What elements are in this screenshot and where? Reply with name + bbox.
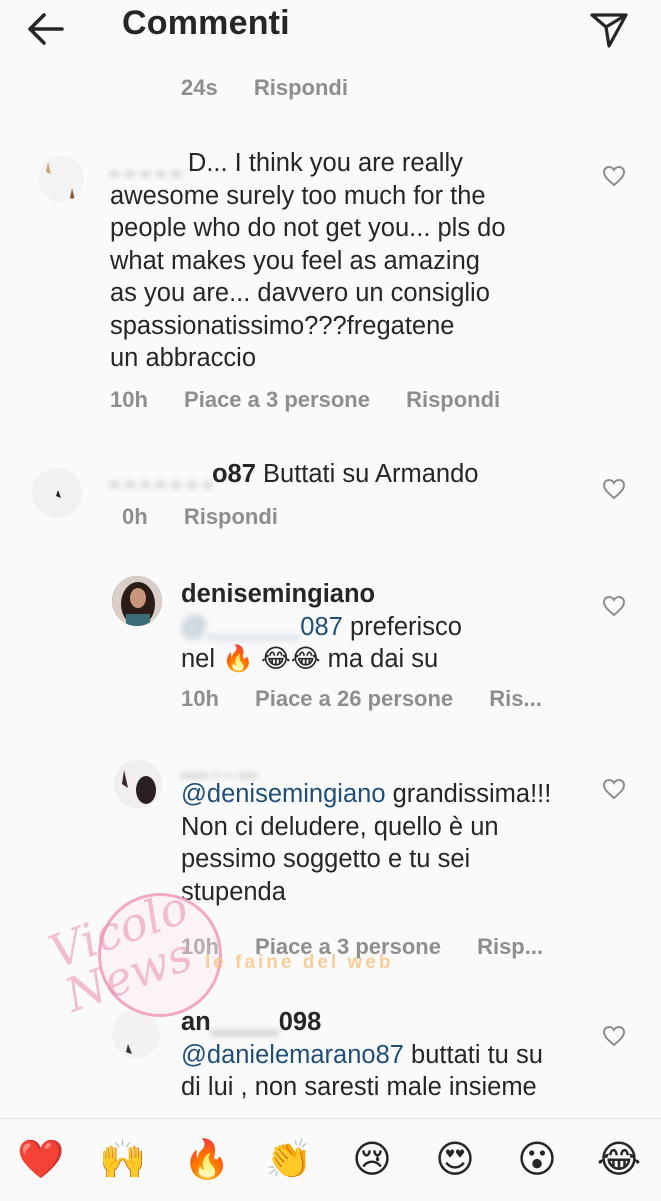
emoji-heart-button[interactable]: ❤️ [16,1135,66,1185]
comment-time: 24s [181,75,218,100]
reply-button[interactable]: Rispondi [406,387,500,412]
comment-text: ˍ ˍ ˍ ˍ ˍ D... I think you are really aw… [110,149,506,372]
emoji-heart-eyes-button[interactable]: 😍 [430,1135,480,1185]
reply-button[interactable]: Rispondi [184,504,278,529]
comment-time: 10h [110,387,148,412]
avatar[interactable] [38,156,84,202]
emoji-laughing-button[interactable]: 😂 [594,1135,644,1185]
share-send-icon[interactable] [586,8,632,50]
mention-link[interactable]: @danielemarano87 [181,1041,404,1069]
back-arrow-icon[interactable] [22,8,68,50]
mention-link[interactable]: @denisemingiano [181,780,386,808]
mention-blurred[interactable]: @ˍˍˍˍˍˍˍˍˍˍˍ [181,613,300,641]
like-heart-icon[interactable] [602,1025,626,1047]
fire-emoji: 🔥 [222,645,254,673]
reply-button[interactable]: Risp... [477,934,543,959]
username-blurred[interactable]: ˍˍˍˍˍˍˍˍ [211,1008,279,1036]
comment-meta: 0h Rispondi [122,504,308,530]
emoji-clapping-button[interactable]: 👏 [264,1135,314,1185]
comment-text: ˍ ˍ ˍ ˍ ˍ ˍ ˍo87 Buttati su Armando [110,460,479,488]
emoji-reaction-bar: ❤️ 🙌 🔥 👏 😢 😍 😮 😂 [0,1118,661,1201]
avatar[interactable] [114,760,162,808]
comment-time: 0h [122,504,148,529]
like-heart-icon[interactable] [602,778,626,800]
comment-meta: 24s Rispondi [181,75,378,101]
likes-count[interactable]: Piace a 26 persone [255,686,453,711]
emoji-crying-button[interactable]: 😢 [347,1135,397,1185]
emoji-fire-button[interactable]: 🔥 [182,1135,232,1185]
like-heart-icon[interactable] [602,595,626,617]
page-title: Commenti [122,4,290,42]
like-heart-icon[interactable] [602,165,626,187]
avatar[interactable] [112,576,162,626]
emoji-raised-hands-button[interactable]: 🙌 [98,1135,148,1185]
laugh-emoji: 😂😂 [260,645,321,673]
comment-text: ˍˍˍˍ ˍ ˍ ˍˍˍ @denisemingiano grandissima… [181,757,601,908]
likes-count[interactable]: Piace a 3 persone [184,387,370,412]
username-blurred[interactable]: ˍ ˍ ˍ ˍ ˍ [110,149,181,177]
comment-time: 10h [181,686,219,711]
reply-button[interactable]: Rispondi [254,75,348,100]
comment-text: anˍˍˍˍˍˍˍˍ098 @danielemarano87 buttati t… [181,1008,543,1101]
comment-text: denisemingiano @ˍˍˍˍˍˍˍˍˍˍˍ087 preferisc… [181,578,581,676]
reply-button[interactable]: Ris... [489,686,542,711]
comment-meta: 10h Piace a 26 persone Ris... [181,686,572,712]
avatar[interactable] [32,468,82,518]
like-heart-icon[interactable] [602,478,626,500]
comment-meta: 10h Piace a 3 persone Rispondi [110,387,530,413]
emoji-surprised-button[interactable]: 😮 [512,1135,562,1185]
watermark-subtitle: le faine del web [205,952,394,973]
username-blurred[interactable]: ˍˍˍˍ ˍ ˍ ˍˍˍ [181,757,601,778]
avatar[interactable] [112,1010,160,1058]
username-blurred[interactable]: ˍ ˍ ˍ ˍ ˍ ˍ ˍ [110,460,212,488]
username[interactable]: denisemingiano [181,578,581,611]
